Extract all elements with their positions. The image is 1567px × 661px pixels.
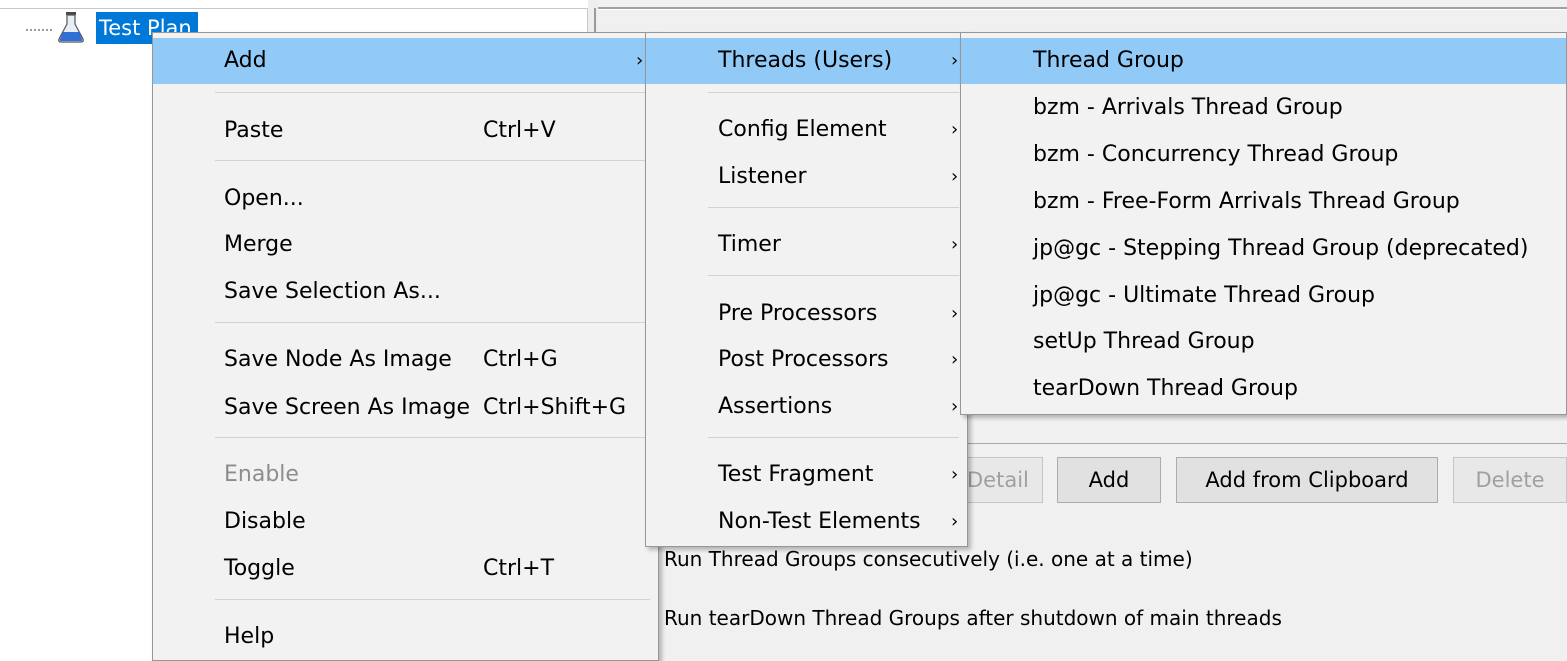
option-run-teardown[interactable]: Run tearDown Thread Groups after shutdow…	[664, 606, 1282, 630]
menu-separator	[215, 322, 650, 325]
chevron-right-icon: ›	[951, 119, 959, 140]
menu-item-shortcut: Ctrl+V	[483, 118, 556, 143]
menu-item-label: Open...	[224, 186, 304, 211]
menu-item-label: Save Node As Image	[224, 347, 452, 372]
tree-pane-border	[0, 8, 588, 9]
menu-item-label: Save Screen As Image	[224, 395, 471, 420]
menu-item-label: Threads (Users)	[718, 48, 893, 73]
menu-item-save-node-as-image[interactable]: Save Node As Image Ctrl+G	[153, 337, 658, 383]
menu-item-label: bzm - Arrivals Thread Group	[1033, 95, 1343, 120]
menu-item-label: jp@gc - Stepping Thread Group (deprecate…	[1033, 236, 1529, 261]
menu-item-open[interactable]: Open...	[153, 176, 658, 222]
menu-item-label: setUp Thread Group	[1033, 329, 1255, 354]
menu-item-label: Pre Processors	[718, 301, 878, 326]
menu-item-label: Add	[224, 48, 267, 73]
menu-separator	[215, 599, 650, 602]
menu-item-disable[interactable]: Disable	[153, 499, 658, 545]
menu-item-threads-users[interactable]: Threads (Users) ›	[646, 38, 967, 84]
delete-button[interactable]: Delete	[1453, 457, 1567, 503]
menu-item-label: tearDown Thread Group	[1033, 376, 1298, 401]
menu-item-label: Assertions	[718, 394, 833, 419]
chevron-right-icon: ›	[951, 349, 959, 370]
menu-separator	[708, 207, 959, 210]
menu-item-thread-group[interactable]: Thread Group	[961, 38, 1566, 84]
add-submenu: Threads (Users) › Config Element › Liste…	[645, 32, 968, 547]
menu-item-label: Disable	[224, 509, 306, 534]
menu-item-bzm-arrivals[interactable]: bzm - Arrivals Thread Group	[961, 85, 1566, 131]
menu-separator	[215, 92, 650, 95]
menu-item-toggle[interactable]: Toggle Ctrl+T	[153, 546, 658, 592]
chevron-right-icon: ›	[951, 303, 959, 324]
menu-item-merge[interactable]: Merge	[153, 222, 658, 268]
add-button[interactable]: Add	[1057, 457, 1161, 503]
chevron-right-icon: ›	[951, 396, 959, 417]
menu-item-add[interactable]: Add ›	[153, 38, 658, 84]
menu-item-jpgc-ultimate[interactable]: jp@gc - Ultimate Thread Group	[961, 273, 1566, 319]
menu-item-label: Paste	[224, 118, 284, 143]
threads-submenu: Thread Group bzm - Arrivals Thread Group…	[960, 32, 1567, 415]
menu-item-save-selection-as[interactable]: Save Selection As...	[153, 269, 658, 315]
context-menu: Add › Paste Ctrl+V Open... Merge Save Se…	[152, 32, 659, 661]
menu-item-assertions[interactable]: Assertions ›	[646, 384, 967, 430]
menu-item-label: Non-Test Elements	[718, 509, 921, 534]
panel-divider	[948, 443, 1567, 444]
menu-separator	[708, 275, 959, 278]
tree-connector	[26, 29, 52, 31]
menu-item-listener[interactable]: Listener ›	[646, 154, 967, 200]
detail-button[interactable]: Detail	[960, 457, 1043, 503]
flask-icon	[58, 12, 84, 43]
add-from-clipboard-button[interactable]: Add from Clipboard	[1176, 457, 1438, 503]
menu-item-bzm-free-form-arrivals[interactable]: bzm - Free-Form Arrivals Thread Group	[961, 179, 1566, 225]
menu-item-bzm-concurrency[interactable]: bzm - Concurrency Thread Group	[961, 132, 1566, 178]
menu-separator	[215, 437, 650, 440]
menu-item-paste[interactable]: Paste Ctrl+V	[153, 108, 658, 154]
menu-item-enable[interactable]: Enable	[153, 452, 658, 498]
chevron-right-icon: ›	[951, 464, 959, 485]
menu-item-label: Timer	[718, 232, 781, 257]
chevron-right-icon: ›	[636, 50, 644, 71]
panel-border	[598, 9, 1567, 10]
chevron-right-icon: ›	[951, 511, 959, 532]
menu-separator	[708, 92, 959, 95]
menu-separator	[215, 160, 650, 163]
menu-item-teardown-thread-group[interactable]: tearDown Thread Group	[961, 366, 1566, 412]
menu-item-label: Enable	[224, 462, 299, 487]
menu-item-label: Thread Group	[1033, 48, 1184, 73]
menu-item-pre-processors[interactable]: Pre Processors ›	[646, 291, 967, 337]
menu-item-label: Merge	[224, 232, 293, 257]
menu-item-label: Toggle	[224, 556, 295, 581]
chevron-right-icon: ›	[951, 166, 959, 187]
menu-item-save-screen-as-image[interactable]: Save Screen As Image Ctrl+Shift+G	[153, 385, 658, 431]
menu-item-label: Save Selection As...	[224, 279, 441, 304]
menu-item-help[interactable]: Help	[153, 614, 658, 660]
menu-item-label: jp@gc - Ultimate Thread Group	[1033, 283, 1375, 308]
menu-item-post-processors[interactable]: Post Processors ›	[646, 337, 967, 383]
menu-item-timer[interactable]: Timer ›	[646, 222, 967, 268]
menu-item-shortcut: Ctrl+G	[483, 347, 558, 372]
menu-item-setup-thread-group[interactable]: setUp Thread Group	[961, 319, 1566, 365]
menu-item-label: bzm - Free-Form Arrivals Thread Group	[1033, 189, 1460, 214]
menu-item-label: Test Fragment	[718, 462, 874, 487]
menu-item-label: Help	[224, 624, 275, 649]
menu-item-test-fragment[interactable]: Test Fragment ›	[646, 452, 967, 498]
chevron-right-icon: ›	[951, 50, 959, 71]
menu-item-jpgc-stepping[interactable]: jp@gc - Stepping Thread Group (deprecate…	[961, 226, 1566, 272]
option-run-consecutively[interactable]: Run Thread Groups consecutively (i.e. on…	[664, 547, 1193, 571]
menu-item-label: Config Element	[718, 117, 887, 142]
menu-separator	[708, 437, 959, 440]
menu-item-label: bzm - Concurrency Thread Group	[1033, 142, 1399, 167]
menu-item-shortcut: Ctrl+Shift+G	[483, 395, 627, 420]
chevron-right-icon: ›	[951, 234, 959, 255]
menu-item-config-element[interactable]: Config Element ›	[646, 107, 967, 153]
menu-item-shortcut: Ctrl+T	[483, 556, 555, 581]
menu-item-non-test-elements[interactable]: Non-Test Elements ›	[646, 499, 967, 545]
menu-item-label: Listener	[718, 164, 807, 189]
menu-item-label: Post Processors	[718, 347, 889, 372]
